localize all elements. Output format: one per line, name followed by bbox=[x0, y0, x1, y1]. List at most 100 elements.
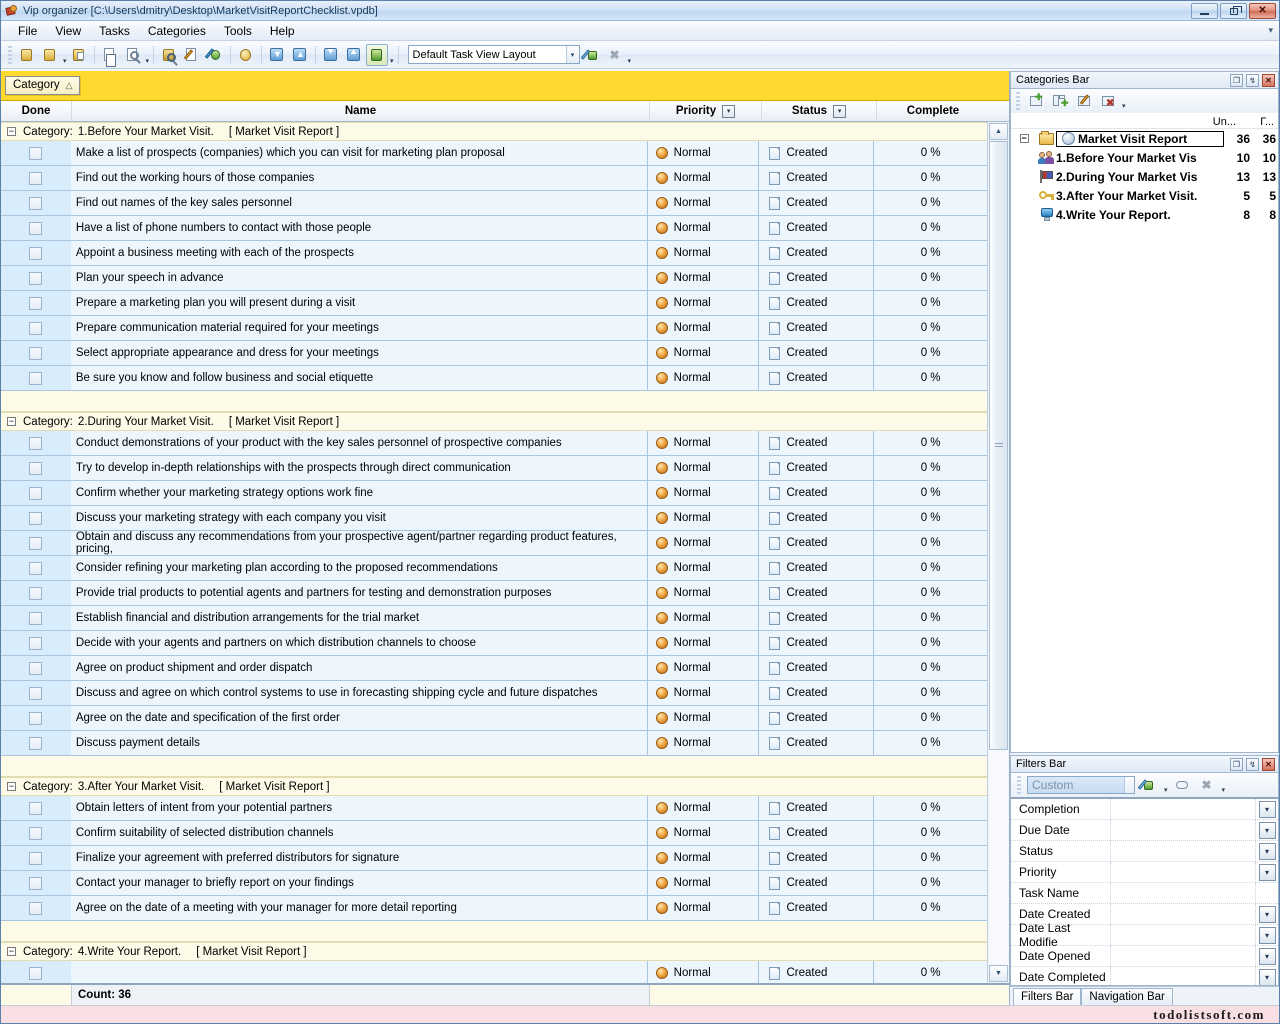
task-priority-cell[interactable]: Normal bbox=[647, 316, 760, 340]
task-done-checkbox[interactable] bbox=[29, 486, 43, 500]
task-priority-cell[interactable]: Normal bbox=[647, 961, 760, 983]
filter-value[interactable] bbox=[1111, 946, 1256, 966]
task-complete-cell[interactable]: 0 % bbox=[874, 606, 987, 630]
task-done-checkbox[interactable] bbox=[29, 346, 43, 360]
task-complete-cell[interactable]: 0 % bbox=[874, 191, 987, 215]
task-row[interactable]: Agree on the date and specification of t… bbox=[1, 706, 987, 731]
task-row[interactable]: Conduct demonstrations of your product w… bbox=[1, 431, 987, 456]
task-row[interactable]: Try to develop in-depth relationships wi… bbox=[1, 456, 987, 481]
save-task-icon[interactable] bbox=[68, 44, 90, 66]
menu-overflow-icon[interactable]: ▾ bbox=[1268, 25, 1273, 36]
group-header-row[interactable]: − Category: 1.Before Your Market Visit. [ M… bbox=[1, 122, 987, 141]
task-done-checkbox[interactable] bbox=[29, 146, 43, 160]
print-caret-icon[interactable]: ▾ bbox=[146, 57, 150, 68]
task-name-cell[interactable]: Confirm suitability of selected distribu… bbox=[70, 821, 648, 845]
task-priority-cell[interactable]: Normal bbox=[647, 606, 760, 630]
task-row[interactable]: Confirm suitability of selected distribu… bbox=[1, 821, 987, 846]
task-priority-cell[interactable]: Normal bbox=[647, 556, 760, 580]
task-done-checkbox[interactable] bbox=[29, 611, 43, 625]
task-complete-cell[interactable]: 0 % bbox=[874, 581, 987, 605]
task-name-cell[interactable]: Consider refining your marketing plan ac… bbox=[70, 556, 648, 580]
task-name-cell[interactable]: Obtain and discuss any recommendations f… bbox=[70, 531, 648, 555]
task-done-checkbox[interactable] bbox=[29, 196, 43, 210]
categories-tree[interactable]: Un... Г... − Market Visit Report 36 36 1.Bef… bbox=[1010, 113, 1279, 753]
group-header-row[interactable]: − Category: 2.During Your Market Visit. [ M… bbox=[1, 412, 987, 431]
task-status-cell[interactable]: Created bbox=[759, 731, 875, 755]
priority-filter-icon[interactable]: ▾ bbox=[722, 104, 736, 118]
group-header-row[interactable]: − Category: 3.After Your Market Visit. [ Ma… bbox=[1, 777, 987, 796]
task-priority-cell[interactable]: Normal bbox=[647, 656, 760, 680]
task-status-cell[interactable]: Created bbox=[759, 191, 875, 215]
task-done-cell[interactable] bbox=[1, 531, 71, 555]
task-row[interactable]: Agree on product shipment and order disp… bbox=[1, 656, 987, 681]
task-status-cell[interactable]: Created bbox=[759, 631, 875, 655]
task-row[interactable]: Plan your speech in advance Normal Created… bbox=[1, 266, 987, 291]
task-done-checkbox[interactable] bbox=[29, 736, 43, 750]
task-done-cell[interactable] bbox=[1, 796, 71, 820]
task-done-checkbox[interactable] bbox=[29, 271, 43, 285]
filter-value[interactable] bbox=[1111, 862, 1256, 882]
task-row[interactable]: Contact your manager to briefly report o… bbox=[1, 871, 987, 896]
task-done-cell[interactable] bbox=[1, 871, 71, 895]
filter-value[interactable] bbox=[1111, 967, 1256, 985]
task-done-checkbox[interactable] bbox=[29, 536, 43, 550]
task-done-cell[interactable] bbox=[1, 191, 71, 215]
task-priority-cell[interactable]: Normal bbox=[647, 506, 760, 530]
category-tree-item[interactable]: − Market Visit Report 36 36 bbox=[1011, 129, 1278, 148]
filter-row[interactable]: Date Last Modifiе ▾ bbox=[1011, 921, 1278, 949]
filter-dropdown-cell[interactable]: ▾ bbox=[1256, 820, 1278, 840]
scroll-thumb[interactable] bbox=[989, 141, 1008, 751]
menu-item-tasks[interactable]: Tasks bbox=[90, 22, 139, 40]
group-by-bar[interactable]: Category △ bbox=[1, 71, 1009, 101]
filters-toolbar-overflow-icon[interactable]: ▾ bbox=[1222, 786, 1226, 797]
task-status-cell[interactable]: Created bbox=[759, 871, 875, 895]
filter-row[interactable]: Date Completed ▾ bbox=[1011, 967, 1278, 985]
task-done-checkbox[interactable] bbox=[29, 851, 43, 865]
filter-value[interactable] bbox=[1111, 904, 1256, 924]
task-row[interactable]: Confirm whether your marketing strategy … bbox=[1, 481, 987, 506]
task-done-cell[interactable] bbox=[1, 681, 71, 705]
task-status-cell[interactable]: Created bbox=[759, 456, 875, 480]
task-done-cell[interactable] bbox=[1, 706, 71, 730]
layout-combo-dropdown-icon[interactable]: ▾ bbox=[565, 46, 579, 63]
toolbar-overflow-icon[interactable]: ▾ bbox=[628, 57, 632, 68]
filter-dropdown-cell[interactable]: ▾ bbox=[1256, 841, 1278, 861]
task-done-checkbox[interactable] bbox=[29, 876, 43, 890]
task-done-cell[interactable] bbox=[1, 631, 71, 655]
task-complete-cell[interactable]: 0 % bbox=[874, 316, 987, 340]
column-header-done[interactable]: Done bbox=[1, 101, 71, 121]
task-done-cell[interactable] bbox=[1, 316, 71, 340]
layout-combo[interactable]: Default Task View Layout ▾ bbox=[407, 45, 580, 64]
collapse-up-icon[interactable]: ▲ bbox=[289, 44, 311, 66]
task-priority-cell[interactable]: Normal bbox=[647, 141, 760, 165]
task-status-cell[interactable]: Created bbox=[759, 896, 875, 920]
menu-item-tools[interactable]: Tools bbox=[215, 22, 261, 40]
task-done-cell[interactable] bbox=[1, 366, 71, 390]
task-done-cell[interactable] bbox=[1, 141, 71, 165]
scroll-up-button[interactable]: ▲ bbox=[989, 123, 1008, 140]
task-done-cell[interactable] bbox=[1, 241, 71, 265]
new-task-icon[interactable] bbox=[16, 44, 38, 66]
categories-close-icon[interactable]: ✕ bbox=[1262, 74, 1275, 87]
task-name-cell[interactable]: Provide trial products to potential agen… bbox=[70, 581, 648, 605]
task-row[interactable]: Make a list of prospects (companies) whi… bbox=[1, 141, 987, 166]
task-row[interactable]: Discuss your marketing strategy with eac… bbox=[1, 506, 987, 531]
task-name-cell[interactable]: Select appropriate appearance and dress … bbox=[70, 341, 648, 365]
task-done-checkbox[interactable] bbox=[29, 321, 43, 335]
task-status-cell[interactable]: Created bbox=[759, 606, 875, 630]
task-complete-cell[interactable]: 0 % bbox=[874, 241, 987, 265]
task-priority-cell[interactable]: Normal bbox=[647, 191, 760, 215]
task-priority-cell[interactable]: Normal bbox=[647, 706, 760, 730]
undo-icon[interactable] bbox=[235, 44, 257, 66]
task-priority-cell[interactable]: Normal bbox=[647, 846, 760, 870]
filter-dropdown-icon[interactable]: ▾ bbox=[1258, 905, 1276, 923]
task-name-cell[interactable]: Make a list of prospects (companies) whi… bbox=[70, 141, 648, 165]
task-name-cell[interactable]: Conduct demonstrations of your product w… bbox=[70, 431, 648, 455]
task-done-cell[interactable] bbox=[1, 216, 71, 240]
task-row[interactable]: Discuss payment details Normal Created 0 % bbox=[1, 731, 987, 756]
tab-filters-bar[interactable]: Filters Bar bbox=[1013, 988, 1082, 1005]
filter-row[interactable]: Task Name bbox=[1011, 883, 1278, 904]
task-row[interactable]: Obtain and discuss any recommendations f… bbox=[1, 531, 987, 556]
categories-restore-icon[interactable]: ❐ bbox=[1230, 74, 1243, 87]
task-done-cell[interactable] bbox=[1, 821, 71, 845]
